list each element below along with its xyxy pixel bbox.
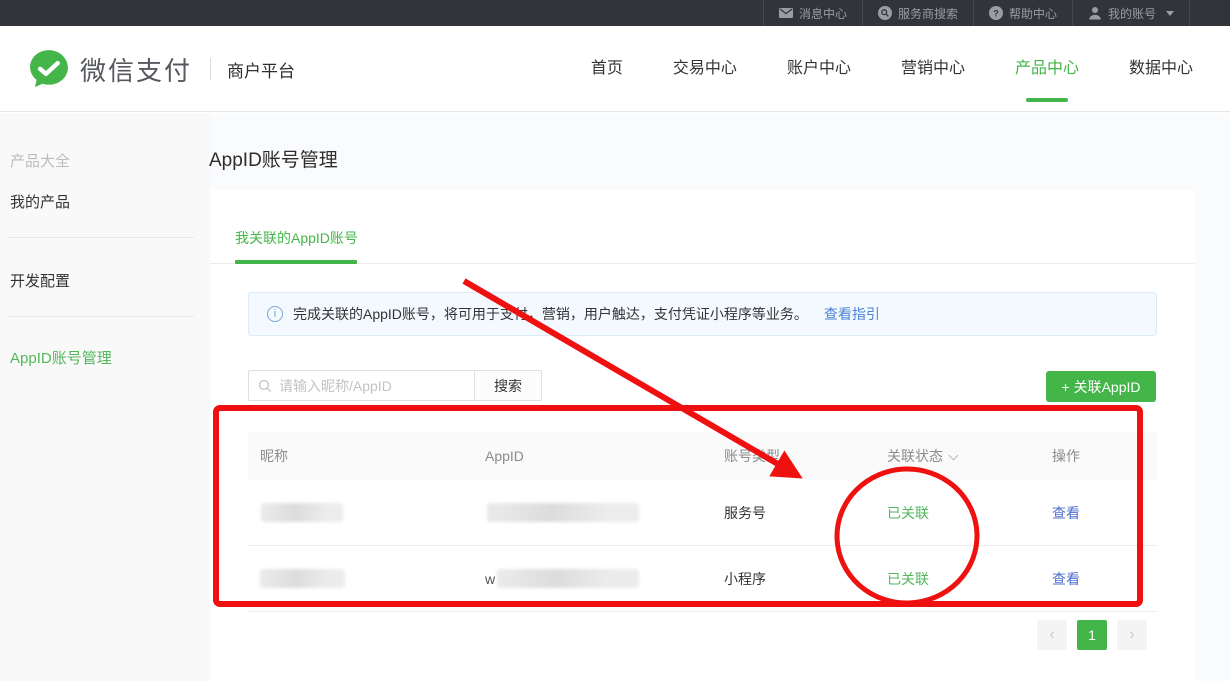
pagination: ‹ 1 › <box>1037 620 1147 650</box>
sidebar-divider <box>8 237 194 238</box>
info-banner-text: 完成关联的AppID账号，将可用于支付，营销，用户触达，支付凭证小程序等业务。 <box>293 304 808 324</box>
nav-item-account[interactable]: 账户中心 <box>787 26 851 112</box>
sidebar: 产品大全 我的产品 开发配置 AppID账号管理 <box>0 113 210 681</box>
topbar-item-label: 服务商搜索 <box>898 5 958 22</box>
topbar-item-help[interactable]: ? 帮助中心 <box>973 0 1072 26</box>
table-row: 服务号 已关联 查看 <box>248 480 1157 546</box>
cell-appid <box>473 503 712 522</box>
pagination-next-button[interactable]: › <box>1117 620 1147 650</box>
svg-text:?: ? <box>993 9 999 19</box>
nav-item-home[interactable]: 首页 <box>591 26 623 112</box>
sidebar-divider <box>8 316 194 317</box>
wechat-pay-logo-icon <box>28 48 70 90</box>
cell-account-type: 小程序 <box>712 569 875 589</box>
topbar-item-label: 我的账号 <box>1108 5 1156 22</box>
topbar-item-label: 消息中心 <box>799 5 847 22</box>
brand-block: 微信支付 商户平台 <box>28 26 295 112</box>
user-icon <box>1088 6 1102 20</box>
sidebar-item-my-products[interactable]: 我的产品 <box>10 191 70 212</box>
status-badge: 已关联 <box>875 503 1040 523</box>
redacted-appid-blur <box>497 569 639 588</box>
link-appid-button[interactable]: + 关联AppID <box>1046 371 1156 402</box>
tab-active-underline <box>235 260 357 264</box>
sidebar-item-dev-config[interactable]: 开发配置 <box>10 270 70 291</box>
content-card: 我关联的AppID账号 i 完成关联的AppID账号，将可用于支付，营销，用户触… <box>210 190 1195 681</box>
nav-item-marketing[interactable]: 营销中心 <box>901 26 965 112</box>
topbar-item-my-account[interactable]: 我的账号 <box>1072 0 1190 26</box>
redacted-appid-blur <box>487 503 639 522</box>
pagination-page-1[interactable]: 1 <box>1077 620 1107 650</box>
tab-my-linked-appid[interactable]: 我关联的AppID账号 <box>235 228 358 248</box>
appid-visible-prefix: w <box>485 571 495 587</box>
cell-actions: 查看 <box>1040 503 1157 523</box>
topbar-item-messages[interactable]: 消息中心 <box>763 0 862 26</box>
mail-icon <box>779 8 793 18</box>
sidebar-section-all-products: 产品大全 <box>10 150 70 171</box>
search-circle-icon <box>878 6 892 20</box>
table-row: w 小程序 已关联 查看 <box>248 546 1157 612</box>
nav-item-transactions[interactable]: 交易中心 <box>673 26 737 112</box>
cell-appid: w <box>473 569 712 588</box>
nav-item-data[interactable]: 数据中心 <box>1129 26 1193 112</box>
tab-divider <box>210 263 1195 264</box>
status-badge: 已关联 <box>875 569 1040 589</box>
column-header-actions: 操作 <box>1040 446 1157 466</box>
view-link[interactable]: 查看 <box>1052 571 1080 587</box>
cell-actions: 查看 <box>1040 569 1157 589</box>
sort-caret-icon <box>949 451 959 461</box>
header-divider <box>210 58 211 80</box>
column-header-account-type: 账号类型 <box>712 446 875 466</box>
primary-nav: 首页 交易中心 账户中心 营销中心 产品中心 数据中心 <box>591 26 1193 112</box>
cell-account-type: 服务号 <box>712 503 875 523</box>
cell-nickname <box>248 569 473 588</box>
nav-item-products[interactable]: 产品中心 <box>1015 26 1079 112</box>
column-header-nickname: 昵称 <box>248 446 473 466</box>
chevron-down-icon <box>1166 11 1174 16</box>
table-header-row: 昵称 AppID 账号类型 关联状态 操作 <box>248 432 1157 480</box>
brand-name: 微信支付 <box>80 51 192 88</box>
cell-nickname <box>248 503 473 522</box>
column-header-appid: AppID <box>473 448 712 464</box>
view-guide-link[interactable]: 查看指引 <box>824 304 880 324</box>
topbar-item-label: 帮助中心 <box>1009 5 1057 22</box>
redacted-nickname-blur <box>260 569 345 588</box>
portal-name: 商户平台 <box>227 57 295 82</box>
appid-table: 昵称 AppID 账号类型 关联状态 操作 服务号 已关联 查看 w 小程序 已… <box>248 432 1157 612</box>
info-icon: i <box>267 306 283 322</box>
page-title: AppID账号管理 <box>209 145 338 172</box>
utility-topbar: 消息中心 服务商搜索 ? 帮助中心 我的账号 <box>0 0 1230 26</box>
pagination-prev-button[interactable]: ‹ <box>1037 620 1067 650</box>
app-header: 微信支付 商户平台 首页 交易中心 账户中心 营销中心 产品中心 数据中心 <box>0 26 1230 112</box>
column-header-link-status[interactable]: 关联状态 <box>875 446 1040 466</box>
help-circle-icon: ? <box>989 6 1003 20</box>
sidebar-item-appid-management[interactable]: AppID账号管理 <box>10 347 112 368</box>
redacted-nickname-blur <box>261 503 343 522</box>
info-banner: i 完成关联的AppID账号，将可用于支付，营销，用户触达，支付凭证小程序等业务… <box>248 292 1157 336</box>
view-link[interactable]: 查看 <box>1052 505 1080 521</box>
search-input[interactable] <box>248 370 475 401</box>
search-button[interactable]: 搜索 <box>474 370 542 401</box>
topbar-item-provider-search[interactable]: 服务商搜索 <box>862 0 973 26</box>
